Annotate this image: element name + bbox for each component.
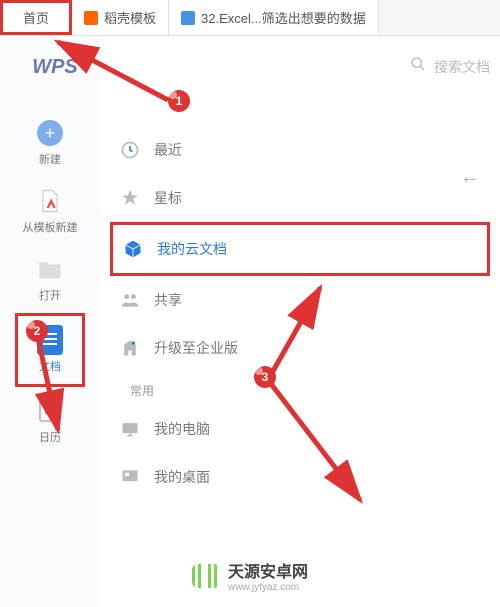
- calendar-icon: 31: [36, 397, 64, 425]
- left-sidebar: WPS + 新建 从模板新建 打开 文档 31 日历: [0, 36, 100, 607]
- list-star[interactable]: 星标: [110, 174, 490, 222]
- back-arrow-icon[interactable]: ←: [460, 166, 480, 189]
- marker-1: 1: [168, 90, 190, 112]
- section-common: 常用: [110, 372, 490, 405]
- nav-list: 最近 星标 我的云文档 共享 升级至企业版 常用 我的电脑: [100, 126, 500, 501]
- watermark-title: 天源安卓网: [228, 558, 308, 582]
- clock-icon: [120, 140, 140, 160]
- nav-label: 从模板新建: [23, 219, 78, 235]
- star-icon: [120, 188, 140, 208]
- excel-icon: [181, 11, 195, 25]
- wps-logo: WPS: [22, 56, 78, 79]
- content: WPS + 新建 从模板新建 打开 文档 31 日历: [0, 36, 500, 607]
- search-placeholder: 搜索文档: [434, 57, 490, 77]
- nav-new[interactable]: + 新建: [15, 109, 85, 177]
- watermark-url: www.jytyaz.com: [228, 582, 308, 593]
- nav-label: 日历: [39, 429, 61, 445]
- plus-icon: +: [36, 119, 64, 147]
- list-desktop[interactable]: 我的桌面: [110, 453, 490, 501]
- folder-open-icon: [36, 255, 64, 283]
- nav-calendar[interactable]: 31 日历: [15, 387, 85, 455]
- list-recent[interactable]: 最近: [110, 126, 490, 174]
- nav-label: 新建: [39, 151, 61, 167]
- template-icon: [36, 187, 64, 215]
- marker-2: 2: [26, 320, 48, 342]
- watermark: 天源安卓网 www.jytyaz.com: [0, 558, 500, 593]
- item-label: 我的云文档: [157, 239, 227, 259]
- list-cloud-docs[interactable]: 我的云文档: [110, 222, 490, 276]
- tab-docer[interactable]: 稻壳模板: [72, 0, 169, 35]
- marker-3: 3: [254, 366, 276, 388]
- item-label: 共享: [154, 290, 182, 310]
- search-icon: [410, 56, 426, 77]
- list-computer[interactable]: 我的电脑: [110, 405, 490, 453]
- desktop-icon: [120, 467, 140, 487]
- docer-icon: [84, 11, 98, 25]
- tab-label: 32.Excel...筛选出想要的数据: [201, 8, 366, 27]
- search-bar[interactable]: 搜索文档: [410, 56, 490, 77]
- item-label: 我的电脑: [154, 419, 210, 439]
- share-icon: [120, 290, 140, 310]
- nav-open[interactable]: 打开: [15, 245, 85, 313]
- computer-icon: [120, 419, 140, 439]
- nav-docs[interactable]: 文档: [15, 313, 85, 387]
- main-panel: 搜索文档 ← 最近 星标 我的云文档 共享 升级至企业版: [100, 36, 500, 607]
- item-label: 升级至企业版: [154, 338, 238, 358]
- list-share[interactable]: 共享: [110, 276, 490, 324]
- nav-template[interactable]: 从模板新建: [15, 177, 85, 245]
- watermark-logo-icon: [192, 562, 220, 590]
- item-label: 我的桌面: [154, 467, 210, 487]
- tab-label: 稻壳模板: [104, 8, 156, 27]
- nav-label: 文档: [39, 358, 61, 374]
- list-enterprise[interactable]: 升级至企业版: [110, 324, 490, 372]
- tab-excel[interactable]: 32.Excel...筛选出想要的数据: [169, 0, 379, 35]
- item-label: 最近: [154, 140, 182, 160]
- tab-home[interactable]: 首页: [0, 0, 72, 35]
- item-label: 星标: [154, 188, 182, 208]
- cube-icon: [123, 239, 143, 259]
- tab-bar: 首页 稻壳模板 32.Excel...筛选出想要的数据: [0, 0, 500, 36]
- building-icon: [120, 338, 140, 358]
- nav-label: 打开: [39, 287, 61, 303]
